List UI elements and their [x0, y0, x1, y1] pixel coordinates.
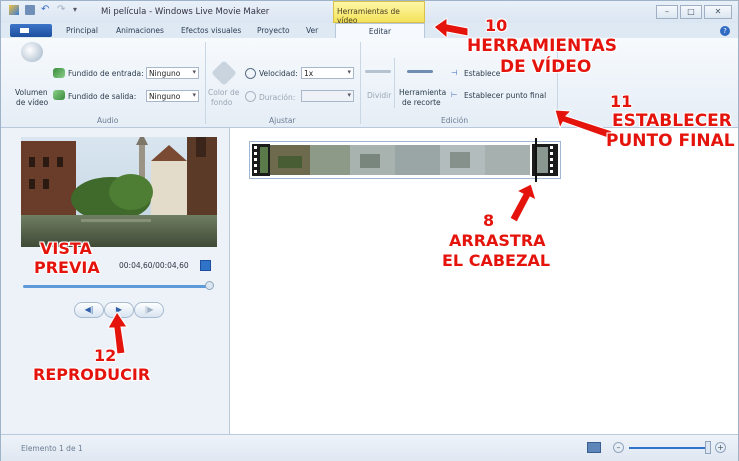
- annotation-8-line1: ARRASTRA: [449, 231, 546, 250]
- arrow-10: [433, 17, 469, 40]
- annotation-12-line1: REPRODUCIR: [33, 365, 151, 384]
- annotation-8-number: 8: [483, 211, 495, 230]
- annotation-11-line1: ESTABLECER: [612, 111, 732, 131]
- annotation-10-line2: DE VÍDEO: [500, 57, 592, 77]
- arrow-8: [509, 183, 537, 223]
- annotation-10-line1: HERRAMIENTAS: [467, 36, 617, 56]
- annotation-8-line2: EL CABEZAL: [442, 251, 551, 270]
- annotation-12-number: 12: [94, 346, 117, 365]
- annotation-10-number: 10: [485, 16, 508, 35]
- arrow-11: [554, 109, 613, 139]
- annotation-vista-line2: PREVIA: [34, 258, 100, 277]
- annotation-11-number: 11: [610, 92, 633, 111]
- annotation-arrows: [107, 17, 613, 355]
- annotation-11-line2: PUNTO FINAL: [606, 131, 735, 151]
- annotation-vista-line1: VISTA: [40, 239, 92, 258]
